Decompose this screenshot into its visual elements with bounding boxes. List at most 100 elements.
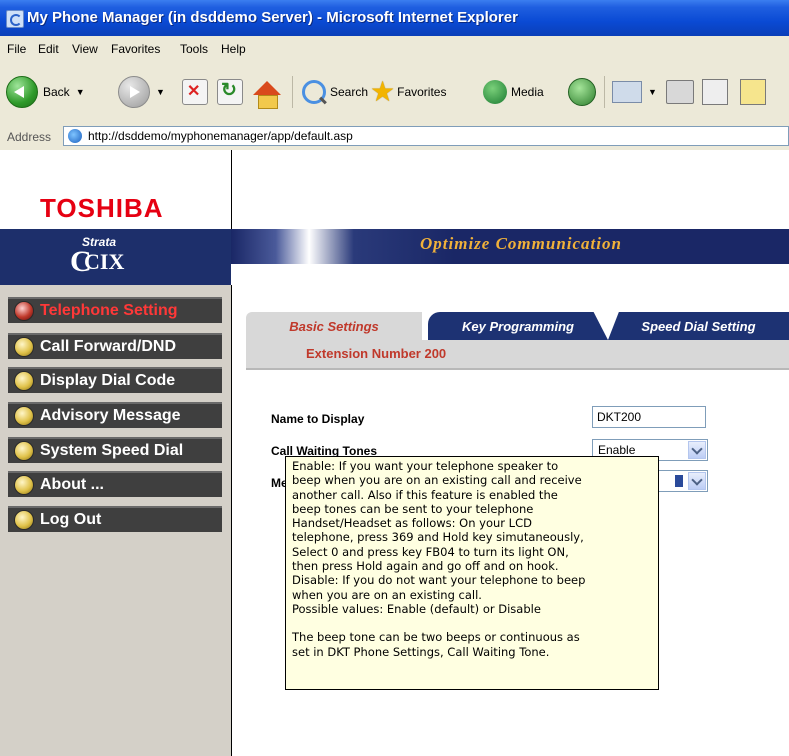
- refresh-button[interactable]: [217, 72, 243, 112]
- home-icon: [253, 81, 281, 109]
- media-button[interactable]: Media: [483, 72, 544, 112]
- extension-number: Extension Number 200: [306, 346, 447, 361]
- menu-view[interactable]: View: [72, 42, 98, 56]
- tooltip-line: [292, 616, 652, 630]
- tooltip-line: Handset/Headset as follows: On your LCD: [292, 516, 532, 531]
- back-button[interactable]: Back ▼: [6, 72, 85, 112]
- sidebar-item-system-speed-dial[interactable]: System Speed Dial: [8, 437, 222, 463]
- title-bar: My Phone Manager (in dsddemo Server) - M…: [0, 0, 789, 36]
- chevron-down-icon[interactable]: [688, 472, 706, 490]
- chevron-down-icon[interactable]: [688, 441, 706, 459]
- select-value: Enable: [598, 443, 636, 457]
- tab-basic-settings[interactable]: Basic Settings: [246, 312, 422, 340]
- sidebar-item-telephone-setting[interactable]: Telephone Setting: [8, 297, 222, 323]
- tooltip-line: when you are on an existing call.: [292, 587, 482, 602]
- tooltip-line: Select 0 and press key FB04 to turn its …: [292, 544, 569, 559]
- printer-icon: [666, 80, 694, 104]
- sidebar-item-label: Advisory Message: [40, 407, 181, 424]
- menu-edit[interactable]: Edit: [38, 42, 59, 56]
- favorites-label: Favorites: [397, 85, 447, 99]
- mail-icon: [612, 81, 642, 103]
- menu-tools[interactable]: Tools: [180, 42, 208, 56]
- tooltip-line: The beep tone can be two beeps or contin…: [292, 630, 580, 645]
- menu-favorites[interactable]: Favorites: [111, 42, 160, 56]
- sidebar-item-label: Telephone Setting: [40, 302, 178, 319]
- tab-content-header: Extension Number 200: [246, 340, 789, 370]
- address-url[interactable]: http://dsddemo/myphonemanager/app/defaul…: [88, 129, 353, 143]
- sidebar-item-display-dial-code[interactable]: Display Dial Code: [8, 367, 222, 393]
- chevron-down-icon: ▼: [648, 87, 657, 97]
- address-field[interactable]: http://dsddemo/myphonemanager/app/defaul…: [63, 126, 789, 146]
- tooltip-line: telephone, press 369 and Hold key simuta…: [292, 530, 584, 545]
- tagline: Optimize Communication: [420, 234, 622, 253]
- tooltip-line: then press Hold again and go off and on …: [292, 559, 559, 574]
- tooltip-line: beep tones can be sent to your telephone: [292, 501, 534, 516]
- cix-label: CIX: [70, 245, 124, 279]
- toolbar: Back ▼ ▼ Search ★ Favorites Media ▼: [0, 62, 789, 125]
- address-bar: Address http://dsddemo/myphonemanager/ap…: [0, 124, 789, 151]
- stop-button[interactable]: [182, 72, 208, 112]
- bullet-icon: [14, 406, 34, 426]
- sidebar-item-call-forward[interactable]: Call Forward/DND: [8, 333, 222, 359]
- home-button[interactable]: [253, 68, 281, 109]
- menu-file[interactable]: File: [7, 42, 26, 56]
- tab-key-programming[interactable]: Key Programming: [428, 312, 608, 340]
- tooltip-line: Disable: If you do not want your telepho…: [292, 573, 586, 588]
- menu-bar: File Edit View Favorites Tools Help: [0, 36, 789, 63]
- history-icon: [568, 78, 596, 106]
- history-button[interactable]: [568, 72, 596, 112]
- tagline-banner: Optimize Communication: [231, 229, 789, 264]
- media-icon: [483, 80, 507, 104]
- favorites-button[interactable]: ★ Favorites: [370, 72, 446, 112]
- edit-icon: [702, 79, 728, 105]
- star-icon: ★: [370, 76, 396, 107]
- menu-help[interactable]: Help: [221, 42, 246, 56]
- bullet-icon: [14, 371, 34, 391]
- forward-button[interactable]: ▼: [118, 72, 165, 112]
- sidebar-item-about[interactable]: About ...: [8, 471, 222, 497]
- tooltip-line: Possible values: Enable (default) or Dis…: [292, 601, 541, 616]
- sidebar-item-label: Call Forward/DND: [40, 338, 177, 355]
- tooltip: Enable: If you want your telephone speak…: [285, 456, 659, 690]
- media-label: Media: [511, 85, 544, 99]
- toshiba-logo: TOSHIBA: [40, 193, 164, 223]
- print-button[interactable]: [666, 72, 694, 112]
- discuss-button[interactable]: [740, 72, 766, 112]
- internet-explorer-icon: [6, 10, 24, 28]
- back-arrow-icon: [6, 76, 38, 108]
- tooltip-line: set in DKT Phone Settings, Call Waiting …: [292, 644, 550, 659]
- sidebar-item-label: About ...: [40, 476, 104, 493]
- tooltip-line: Enable: If you want your telephone speak…: [292, 459, 559, 473]
- strata-cix-logo: Strata CIX: [0, 229, 231, 285]
- chevron-down-icon: ▼: [75, 87, 85, 97]
- logo-area: TOSHIBA: [0, 150, 232, 230]
- sidebar-item-label: System Speed Dial: [40, 442, 184, 459]
- stop-icon: [182, 79, 208, 105]
- toolbar-separator: [604, 76, 605, 108]
- tooltip-line: another call. Also if this feature is en…: [292, 487, 558, 502]
- discuss-icon: [740, 79, 766, 105]
- sidebar-item-label: Display Dial Code: [40, 372, 176, 389]
- search-icon: [302, 80, 326, 104]
- forward-arrow-icon: [118, 76, 150, 108]
- bullet-icon: [14, 510, 34, 530]
- name-to-display-label: Name to Display: [271, 412, 365, 426]
- toolbar-separator: [292, 76, 293, 108]
- page-icon: [68, 129, 82, 143]
- search-button[interactable]: Search: [302, 72, 368, 112]
- edit-button[interactable]: [702, 72, 728, 112]
- selection-highlight: [675, 475, 683, 487]
- window-title: My Phone Manager (in dsddemo Server) - M…: [27, 9, 518, 26]
- tooltip-line: beep when you are on an existing call an…: [292, 473, 582, 488]
- name-to-display-field[interactable]: [592, 406, 706, 428]
- mail-button[interactable]: ▼: [612, 72, 657, 112]
- address-label: Address: [7, 130, 52, 144]
- sidebar-item-advisory-message[interactable]: Advisory Message: [8, 402, 222, 428]
- sidebar: Telephone Setting Call Forward/DND Displ…: [0, 285, 232, 756]
- sidebar-item-log-out[interactable]: Log Out: [8, 506, 222, 532]
- search-label: Search: [330, 85, 369, 99]
- bullet-icon: [14, 441, 34, 461]
- tab-speed-dial-setting[interactable]: Speed Dial Setting: [608, 312, 789, 340]
- bullet-icon: [14, 301, 34, 321]
- sidebar-item-label: Log Out: [40, 511, 102, 528]
